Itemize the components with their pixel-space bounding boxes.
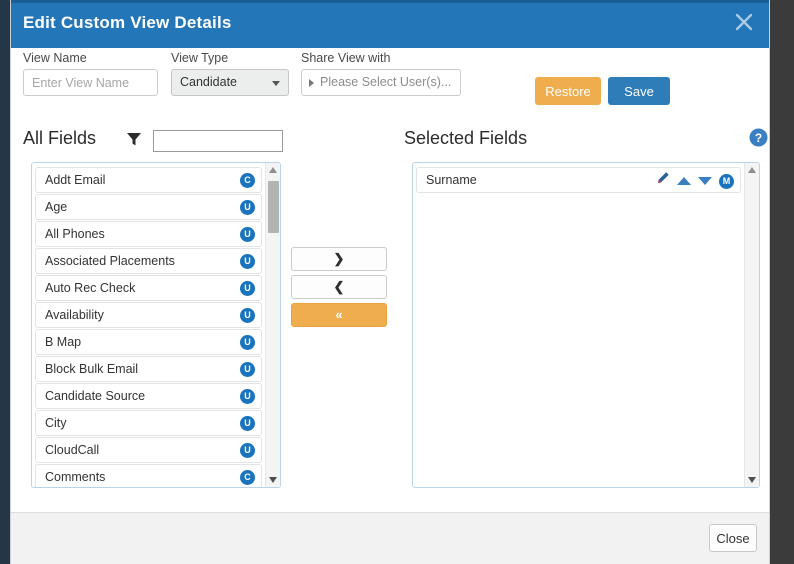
chevron-down-icon [272,81,280,86]
scroll-up-arrow-icon[interactable] [745,163,759,178]
all-fields-item[interactable]: B Map U [35,329,262,355]
svg-text:?: ? [755,131,762,145]
field-type-badge: U [240,389,255,404]
dialog-title: Edit Custom View Details [23,13,232,32]
all-fields-item[interactable]: Auto Rec Check U [35,275,262,301]
view-type-group: View Type Candidate [171,51,289,96]
edit-custom-view-dialog: Edit Custom View Details View Name View … [10,0,770,564]
selected-fields-item[interactable]: Surname M [416,167,741,193]
all-fields-item[interactable]: Candidate Source U [35,383,262,409]
all-fields-item-label: B Map [45,335,82,349]
share-view-group: Share View with Please Select User(s)... [301,51,461,96]
all-fields-item-label: Block Bulk Email [45,362,139,376]
selected-fields-item-label: Surname [426,173,477,187]
field-type-badge: U [240,308,255,323]
close-x-icon[interactable] [731,9,757,35]
all-fields-item-label: Availability [45,308,104,322]
all-fields-item-label: Auto Rec Check [45,281,136,295]
field-type-badge: U [240,416,255,431]
all-fields-scrollbar[interactable] [265,163,280,487]
all-fields-item-label: Addt Email [45,173,106,187]
all-fields-item[interactable]: Associated Placements U [35,248,262,274]
remove-field-button[interactable]: ❮ [291,275,387,299]
selected-fields-list: Surname M [413,163,744,487]
field-type-badge: U [240,281,255,296]
view-name-label: View Name [23,51,87,65]
page-backdrop-left [0,0,10,564]
page-backdrop-right [770,0,794,564]
remove-all-fields-button[interactable]: « [291,303,387,327]
field-type-badge: U [240,362,255,377]
field-type-badge: M [719,173,734,189]
all-fields-heading: All Fields [23,128,97,148]
all-fields-item-label: Candidate Source [45,389,146,403]
all-fields-item[interactable]: City U [35,410,262,436]
all-fields-item[interactable]: CloudCall U [35,437,262,463]
share-view-label: Share View with [301,51,391,65]
save-button[interactable]: Save [608,77,670,105]
screen: Edit Custom View Details View Name View … [0,0,794,564]
triangle-down-icon[interactable] [698,177,712,185]
all-fields-item[interactable]: Age U [35,194,262,220]
field-type-badge: U [240,335,255,350]
scroll-down-arrow-icon[interactable] [266,472,280,487]
all-fields-listbox[interactable]: Addt Email C Age U All Phones U Associated Pla… [31,162,281,488]
scroll-up-arrow-icon[interactable] [266,163,280,178]
triangle-right-icon [309,79,314,87]
selected-fields-heading: Selected Fields [404,128,528,148]
all-fields-filter-input[interactable] [153,130,283,152]
all-fields-item[interactable]: Comments C [35,464,262,487]
field-type-badge: U [240,254,255,269]
add-field-button[interactable]: ❯ [291,247,387,271]
view-type-value: Candidate [180,75,237,89]
view-type-select[interactable]: Candidate [171,69,289,96]
selected-fields-item-actions: M [656,168,734,194]
pencil-icon[interactable] [656,169,670,194]
all-fields-item-label: Age [45,200,68,214]
all-fields-item-label: City [45,416,67,430]
selected-fields-listbox[interactable]: Surname M [412,162,760,488]
all-fields-item-label: Comments [45,470,106,484]
scroll-down-arrow-icon[interactable] [745,472,759,487]
dialog-titlebar: Edit Custom View Details [11,0,769,48]
field-type-badge: C [240,173,255,188]
all-fields-item[interactable]: Addt Email C [35,167,262,193]
share-view-value: Please Select User(s)... [320,75,452,89]
all-fields-item[interactable]: All Phones U [35,221,262,247]
all-fields-item-label: CloudCall [45,443,100,457]
help-circle-icon[interactable]: ? [749,128,768,152]
all-fields-item[interactable]: Block Bulk Email U [35,356,262,382]
share-view-select[interactable]: Please Select User(s)... [301,69,461,96]
view-name-group: View Name [23,51,158,96]
selected-fields-scrollbar[interactable] [744,163,759,487]
all-fields-list: Addt Email C Age U All Phones U Associated Pla… [32,163,265,487]
field-type-badge: U [240,200,255,215]
close-button[interactable]: Close [709,524,757,552]
scroll-thumb[interactable] [268,181,279,233]
view-type-label: View Type [171,51,229,65]
view-name-input[interactable] [23,69,158,96]
funnel-icon[interactable] [125,130,143,153]
dialog-footer: Close [11,512,769,564]
all-fields-item[interactable]: Availability U [35,302,262,328]
field-type-badge: C [240,470,255,485]
triangle-up-icon[interactable] [677,177,691,185]
view-details-form: View Name View Type Candidate Share View… [11,48,769,110]
restore-button[interactable]: Restore [535,77,601,105]
all-fields-item-label: Associated Placements [45,254,175,268]
field-type-badge: U [240,227,255,242]
field-type-badge: U [240,443,255,458]
all-fields-item-label: All Phones [45,227,105,241]
